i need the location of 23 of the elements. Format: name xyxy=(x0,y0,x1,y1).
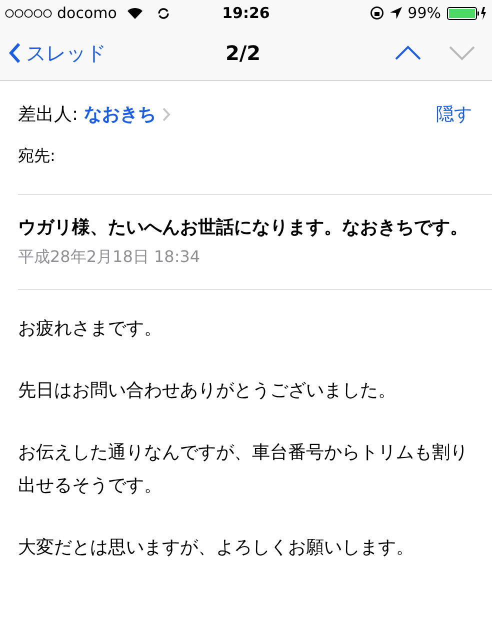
sender-link[interactable]: なおきち xyxy=(84,101,172,128)
body-paragraph: お伝えした通りなんですが、車台番号からトリムも割り出せるそうです。 xyxy=(18,441,469,498)
battery-icon xyxy=(447,6,487,20)
body-paragraph: 先日はお問い合わせありがとうございました。 xyxy=(18,379,397,403)
wifi-icon xyxy=(126,7,143,19)
back-chevron-icon xyxy=(8,42,21,64)
sync-icon xyxy=(156,6,170,20)
battery-percent: 99% xyxy=(408,2,441,24)
chevron-right-icon xyxy=(162,107,172,122)
rotation-lock-icon xyxy=(370,6,384,20)
signal-icon xyxy=(5,8,53,18)
back-button[interactable]: スレッド xyxy=(8,38,106,68)
email-subject: ウガリ様、たいへんお世話になります。なおきちです。 xyxy=(18,216,469,240)
email-date: 平成28年2月18日 18:34 xyxy=(18,246,202,268)
carrier-name: docomo xyxy=(57,2,117,24)
sender-label: 差出人: xyxy=(18,103,78,127)
body-paragraph: 大変だとは思いますが、よろしくお願いします。 xyxy=(18,536,415,560)
body-paragraph: お疲れさまです。 xyxy=(18,317,163,341)
clock-time: 19:26 xyxy=(222,2,270,24)
location-icon xyxy=(390,7,402,19)
message-counter: 2/2 xyxy=(225,40,261,67)
hide-link[interactable]: 隠す xyxy=(436,101,472,128)
recipient-label: 宛先: xyxy=(18,146,56,165)
